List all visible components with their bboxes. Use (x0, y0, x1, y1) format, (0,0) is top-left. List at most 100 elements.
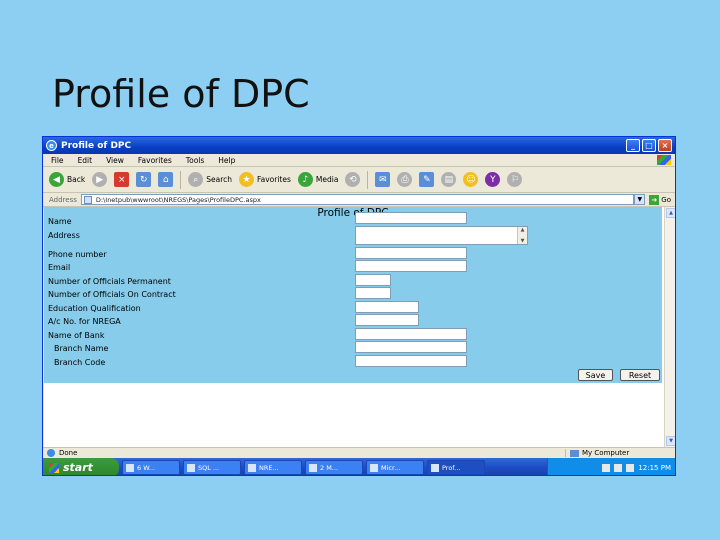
print-button[interactable]: ⎙ (397, 172, 413, 187)
title-bar[interactable]: e Profile of DPC _ □ × (43, 137, 675, 154)
phone-input[interactable] (355, 247, 467, 259)
clock[interactable]: 12:15 PM (638, 464, 671, 472)
name-input[interactable] (355, 212, 467, 224)
window-title: Profile of DPC (61, 140, 132, 151)
taskbar-item-label: NRE... (259, 463, 279, 472)
taskbar-item-label: SQL ... (198, 463, 220, 472)
back-label: Back (67, 175, 86, 184)
edit-icon: ✎ (419, 172, 435, 187)
tray-icon[interactable] (602, 463, 611, 472)
back-arrow-icon: ◀ (49, 172, 64, 187)
computer-icon (570, 449, 579, 457)
zone-indicator: My Computer (565, 449, 675, 457)
label-branch-name: Branch Name (54, 344, 109, 353)
mail-icon: ✉ (375, 172, 391, 187)
status-bar: Done My Computer (43, 447, 675, 458)
address-url: D:\Inetpub\wwwroot\NREGS\Pages\ProfileDP… (95, 195, 261, 204)
address-dropdown-icon[interactable]: ▼ (634, 194, 646, 205)
branch-code-input[interactable] (355, 355, 467, 367)
form-title: Profile of DPC (317, 207, 389, 219)
menu-help[interactable]: Help (218, 156, 235, 165)
app-icon (309, 463, 317, 472)
favorites-label: Favorites (257, 175, 291, 184)
menu-tools[interactable]: Tools (186, 156, 204, 165)
refresh-button[interactable]: ↻ (136, 172, 152, 187)
stop-button[interactable]: × (114, 172, 130, 187)
taskbar-item-active[interactable]: Prof... (427, 460, 485, 475)
media-icon: ♪ (297, 172, 313, 187)
search-label: Search (206, 175, 232, 184)
browser-window: e Profile of DPC _ □ × File Edit View Fa… (42, 136, 676, 476)
label-name: Name (48, 217, 72, 226)
taskbar-item[interactable]: 6 W... (122, 460, 180, 475)
edit-button[interactable]: ✎ (419, 172, 435, 187)
taskbar-item[interactable]: SQL ... (183, 460, 241, 475)
discuss-icon: ▤ (441, 172, 457, 187)
history-button[interactable]: ⟲ (345, 172, 361, 187)
scroll-up-icon[interactable]: ▲ (666, 208, 675, 218)
mail-button[interactable]: ✉ (375, 172, 391, 187)
scroll-down-icon[interactable]: ▼ (666, 436, 675, 446)
home-button[interactable]: ⌂ (158, 172, 174, 187)
ie-icon (431, 463, 439, 472)
tray-icon[interactable] (626, 463, 635, 472)
search-button[interactable]: ⌕ Search (188, 172, 232, 187)
media-button[interactable]: ♪ Media (297, 172, 338, 187)
label-account: A/c No. for NREGA (48, 317, 121, 326)
taskbar-item-label: Prof... (442, 463, 461, 472)
textarea-scrollbar[interactable]: ▲ ▼ (517, 227, 527, 244)
menu-favorites[interactable]: Favorites (138, 156, 172, 165)
label-email: Email (48, 263, 71, 272)
windows-logo-icon (49, 462, 59, 473)
go-arrow-icon: ➜ (649, 194, 660, 205)
bank-input[interactable] (355, 328, 467, 340)
research-button[interactable]: ⚐ (507, 172, 523, 187)
label-officials-permanent: Number of Officials Permanent (48, 277, 171, 286)
research-icon: ⚐ (507, 172, 523, 187)
folder-icon (126, 463, 134, 472)
discuss-button[interactable]: ▤ (441, 172, 457, 187)
label-branch-code: Branch Code (54, 358, 106, 367)
tray-icon[interactable] (614, 463, 623, 472)
profile-form: Profile of DPC Name Address ▲ ▼ Phone num… (44, 207, 662, 383)
reset-button[interactable]: Reset (620, 369, 660, 381)
messenger-icon: ☺ (463, 172, 479, 187)
menu-edit[interactable]: Edit (78, 156, 93, 165)
email-input[interactable] (355, 260, 467, 272)
go-label: Go (661, 195, 671, 204)
forward-button[interactable]: ▶ (92, 172, 108, 187)
education-input[interactable] (355, 301, 419, 313)
taskbar-item[interactable]: NRE... (244, 460, 302, 475)
menu-file[interactable]: File (51, 156, 64, 165)
address-textarea[interactable]: ▲ ▼ (355, 226, 528, 245)
yahoo-icon: Y (485, 172, 501, 187)
yahoo-button[interactable]: Y (485, 172, 501, 187)
page-content: Profile of DPC Name Address ▲ ▼ Phone num… (44, 207, 675, 447)
menu-bar: File Edit View Favorites Tools Help (43, 154, 675, 167)
zone-text: My Computer (582, 449, 630, 457)
address-label: Address (49, 195, 77, 204)
close-button[interactable]: × (658, 139, 672, 152)
menu-view[interactable]: View (106, 156, 124, 165)
maximize-button[interactable]: □ (642, 139, 656, 152)
officials-permanent-input[interactable] (355, 274, 391, 286)
favorites-button[interactable]: ★ Favorites (239, 172, 291, 187)
officials-contract-input[interactable] (355, 287, 391, 299)
app-icon (370, 463, 378, 472)
taskbar-item[interactable]: 2 M... (305, 460, 363, 475)
account-input[interactable] (355, 314, 419, 326)
page-scrollbar[interactable]: ▲ ▼ (664, 207, 675, 447)
back-button[interactable]: ◀ Back (49, 172, 85, 187)
label-address: Address (48, 231, 80, 240)
start-button[interactable]: start (43, 458, 119, 475)
address-input[interactable]: D:\Inetpub\wwwroot\NREGS\Pages\ProfileDP… (80, 194, 635, 205)
go-button[interactable]: ➜ Go (649, 194, 671, 205)
search-icon: ⌕ (188, 172, 204, 187)
messenger-button[interactable]: ☺ (463, 172, 479, 187)
taskbar-item[interactable]: Micr... (366, 460, 424, 475)
branch-name-input[interactable] (355, 341, 467, 353)
toolbar: ◀ Back ▶ × ↻ ⌂ ⌕ Search ★ Favorites ♪ Me… (43, 167, 675, 193)
save-button[interactable]: Save (578, 369, 613, 381)
minimize-button[interactable]: _ (626, 139, 640, 152)
window-icon (248, 463, 256, 472)
